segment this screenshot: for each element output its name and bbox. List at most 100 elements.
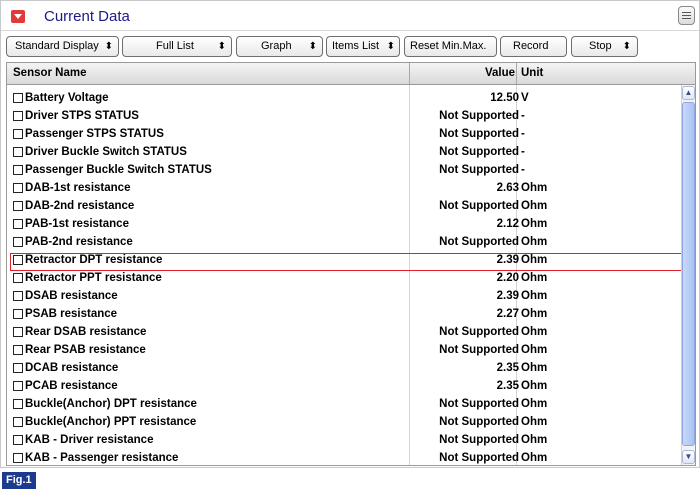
row-checkbox[interactable] — [13, 327, 23, 337]
sensor-value: Not Supported — [439, 164, 519, 176]
row-checkbox[interactable] — [13, 363, 23, 373]
row-checkbox[interactable] — [13, 453, 23, 463]
sensor-name: Battery Voltage — [25, 92, 109, 104]
row-checkbox[interactable] — [13, 183, 23, 193]
table-row[interactable]: Rear PSAB resistance Not Supported Ohm — [7, 341, 681, 359]
row-checkbox[interactable] — [13, 93, 23, 103]
row-checkbox[interactable] — [13, 147, 23, 157]
table-row[interactable]: PAB-2nd resistance Not Supported Ohm — [7, 233, 681, 251]
sensor-name: Buckle(Anchor) DPT resistance — [25, 398, 197, 410]
dropdown-arrow-icon: ⬍ — [104, 41, 113, 52]
row-checkbox[interactable] — [13, 129, 23, 139]
table-row[interactable]: DCAB resistance 2.35 Ohm — [7, 359, 681, 377]
collapse-arrow-icon[interactable] — [11, 10, 25, 23]
vertical-scrollbar[interactable]: ▲ ▼ — [681, 85, 695, 465]
table-body: Battery Voltage 12.50 V Driver STPS STATUS N… — [7, 89, 681, 467]
items-list-dropdown[interactable]: Items List ⬍ — [326, 36, 400, 57]
sensor-name: PAB-1st resistance — [25, 218, 129, 230]
table-row[interactable]: Driver STPS STATUS Not Supported - — [7, 107, 681, 125]
row-checkbox[interactable] — [13, 219, 23, 229]
column-header-sensor-name[interactable]: Sensor Name — [13, 63, 87, 84]
sensor-value: Not Supported — [439, 146, 519, 158]
column-header-value[interactable]: Value — [485, 63, 515, 84]
reset-min-max-label: Reset Min.Max. — [410, 40, 487, 52]
scroll-up-icon[interactable]: ▲ — [682, 86, 695, 100]
sensor-name: Rear DSAB resistance — [25, 326, 147, 338]
row-checkbox[interactable] — [13, 237, 23, 247]
sensor-value: 2.12 — [496, 218, 519, 230]
sensor-name: KAB - Passenger resistance — [25, 452, 179, 464]
table-row[interactable]: Passenger Buckle Switch STATUS Not Suppor… — [7, 161, 681, 179]
reset-min-max-button[interactable]: Reset Min.Max. — [404, 36, 497, 57]
table-row[interactable]: PAB-1st resistance 2.12 Ohm — [7, 215, 681, 233]
row-checkbox[interactable] — [13, 345, 23, 355]
table-row[interactable]: Buckle(Anchor) PPT resistance Not Support… — [7, 413, 681, 431]
sensor-name: DAB-1st resistance — [25, 182, 131, 194]
sensor-unit: Ohm — [521, 308, 548, 320]
record-button[interactable]: Record — [500, 36, 567, 57]
stop-dropdown[interactable]: Stop ⬍ — [571, 36, 638, 57]
column-divider[interactable] — [409, 63, 410, 84]
scroll-down-icon[interactable]: ▼ — [682, 450, 695, 464]
row-checkbox[interactable] — [13, 309, 23, 319]
record-label: Record — [513, 40, 549, 52]
standard-display-dropdown[interactable]: Standard Display ⬍ — [6, 36, 119, 57]
row-checkbox[interactable] — [13, 435, 23, 445]
row-checkbox[interactable] — [13, 291, 23, 301]
full-list-dropdown[interactable]: Full List ⬍ — [122, 36, 232, 57]
table-row[interactable]: Driver Buckle Switch STATUS Not Supported… — [7, 143, 681, 161]
sensor-name: Rear PSAB resistance — [25, 344, 146, 356]
sensor-unit: Ohm — [521, 452, 548, 464]
row-checkbox[interactable] — [13, 381, 23, 391]
sensor-name: PAB-2nd resistance — [25, 236, 133, 248]
sensor-value: Not Supported — [439, 200, 519, 212]
table-row[interactable]: DAB-2nd resistance Not Supported Ohm — [7, 197, 681, 215]
highlighted-row-outline — [10, 253, 682, 271]
table-row[interactable]: Rear DSAB resistance Not Supported Ohm — [7, 323, 681, 341]
sensor-unit: Ohm — [521, 380, 548, 392]
table-row[interactable]: KAB - Driver resistance Not Supported Ohm — [7, 431, 681, 449]
graph-label: Graph — [261, 40, 292, 52]
table-row[interactable]: Retractor PPT resistance 2.20 Ohm — [7, 269, 681, 287]
table-row[interactable]: PCAB resistance 2.35 Ohm — [7, 377, 681, 395]
column-header-unit[interactable]: Unit — [521, 63, 543, 84]
sensor-unit: - — [521, 164, 525, 176]
row-checkbox[interactable] — [13, 417, 23, 427]
graph-dropdown[interactable]: Graph ⬍ — [236, 36, 323, 57]
sensor-name: PSAB resistance — [25, 308, 118, 320]
table-row[interactable]: Passenger STPS STATUS Not Supported - — [7, 125, 681, 143]
table-row[interactable]: PSAB resistance 2.27 Ohm — [7, 305, 681, 323]
dropdown-arrow-icon: ⬍ — [217, 41, 226, 52]
table-row[interactable]: Buckle(Anchor) DPT resistance Not Support… — [7, 395, 681, 413]
table-row[interactable]: DSAB resistance 2.39 Ohm — [7, 287, 681, 305]
column-divider[interactable] — [516, 63, 517, 84]
sensor-unit: Ohm — [521, 272, 548, 284]
sensor-unit: - — [521, 146, 525, 158]
sensor-value: Not Supported — [439, 398, 519, 410]
row-checkbox[interactable] — [13, 201, 23, 211]
sensor-name: DAB-2nd resistance — [25, 200, 135, 212]
scrollbar-thumb[interactable] — [682, 102, 695, 446]
standard-display-label: Standard Display — [15, 40, 99, 52]
dropdown-arrow-icon: ⬍ — [622, 41, 631, 52]
table-row[interactable]: KAB - Passenger resistance Not Supported O… — [7, 449, 681, 467]
dropdown-arrow-icon: ⬍ — [308, 41, 317, 52]
sensor-unit: Ohm — [521, 362, 548, 374]
table-row[interactable]: Battery Voltage 12.50 V — [7, 89, 681, 107]
row-checkbox[interactable] — [13, 111, 23, 121]
sensor-value: Not Supported — [439, 326, 519, 338]
title-bar: Current Data — [1, 1, 699, 31]
sensor-data-table: Sensor Name Value Unit Battery Voltage 12… — [6, 62, 696, 466]
sensor-name: Passenger STPS STATUS — [25, 128, 164, 140]
sensor-name: DSAB resistance — [25, 290, 118, 302]
menu-list-icon[interactable] — [678, 6, 695, 25]
row-checkbox[interactable] — [13, 273, 23, 283]
sensor-name: Driver STPS STATUS — [25, 110, 139, 122]
sensor-value: 2.39 — [496, 290, 519, 302]
row-checkbox[interactable] — [13, 165, 23, 175]
sensor-unit: Ohm — [521, 290, 548, 302]
sensor-value: 12.50 — [490, 92, 519, 104]
row-checkbox[interactable] — [13, 399, 23, 409]
sensor-value: Not Supported — [439, 452, 519, 464]
table-row[interactable]: DAB-1st resistance 2.63 Ohm — [7, 179, 681, 197]
